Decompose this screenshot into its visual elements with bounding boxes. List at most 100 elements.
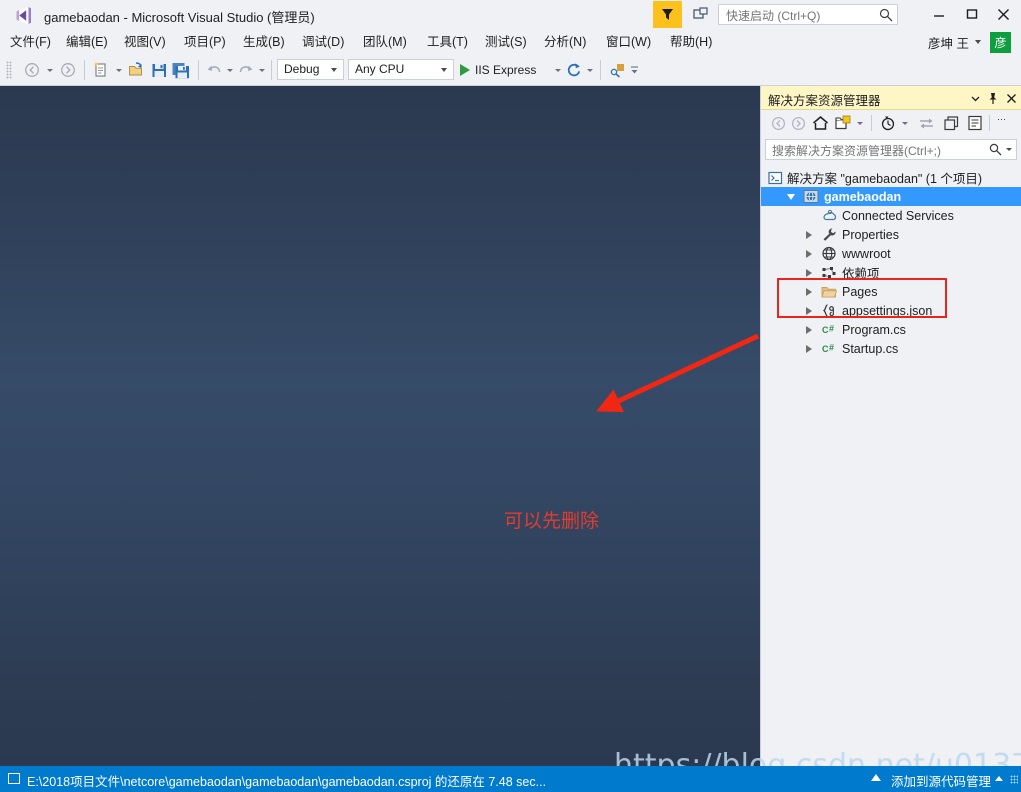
open-file-icon [129,61,142,75]
tree-row-connected-services[interactable]: Connected Services [761,206,1021,225]
panel-menu-button[interactable] [967,90,983,106]
menu-project[interactable]: 项目(P) [182,33,228,51]
chevron-right-icon [806,249,812,258]
new-project-dropdown[interactable] [113,59,124,81]
chevron-down-icon[interactable] [975,40,981,44]
solution-status-icon [8,773,20,784]
new-project-button[interactable] [90,59,112,81]
se-filter-dropdown[interactable] [899,114,910,132]
se-collapse-all-button[interactable] [941,114,961,132]
se-overflow-button[interactable]: ⋯ [995,111,1009,129]
menu-edit[interactable]: 编辑(E) [64,33,110,51]
menu-team[interactable]: 团队(M) [361,33,409,51]
se-refresh-button[interactable] [916,114,936,132]
se-pending-changes-button[interactable] [878,114,898,132]
undo-dropdown[interactable] [224,59,235,81]
expander-properties[interactable] [803,225,815,244]
redo-button[interactable] [236,59,256,81]
tree-row-wwwroot[interactable]: wwwroot [761,244,1021,263]
toolbar-grip[interactable] [6,61,12,79]
window-layout-button[interactable] [690,4,712,24]
menu-window[interactable]: 窗口(W) [604,33,653,51]
tree-row-properties[interactable]: Properties [761,225,1021,244]
tree-row-project[interactable]: gamebaodan [761,187,1021,206]
menu-file[interactable]: 文件(F) [8,33,53,51]
resize-grip[interactable] [1010,775,1018,784]
source-control-label[interactable]: 添加到源代码管理 [891,771,991,790]
expander-program-cs[interactable] [803,320,815,339]
toolbar-overflow-button[interactable] [629,59,640,81]
solution-configuration-value: Debug [284,62,320,76]
save-button[interactable] [148,59,170,81]
send-feedback-button[interactable] [653,1,682,28]
new-project-icon [94,61,106,76]
hot-reload-button[interactable] [564,59,584,81]
navigate-back-button[interactable] [22,59,42,81]
quick-launch-input[interactable] [724,5,878,26]
chevron-up-icon[interactable] [995,776,1003,781]
se-home-button[interactable] [810,114,830,132]
expander-wwwroot[interactable] [803,244,815,263]
solution-platform-combo[interactable]: Any CPU [348,59,454,80]
collapse-all-icon [943,116,958,131]
menu-debug[interactable]: 调试(D) [300,33,346,51]
tree-row-solution[interactable]: 解决方案 "gamebaodan" (1 个项目) [761,168,1021,187]
chevron-right-icon [806,230,812,239]
svg-text:#: # [829,324,834,334]
expander-dependencies[interactable] [803,263,815,282]
hot-reload-dropdown[interactable] [584,59,595,81]
menu-view[interactable]: 视图(V) [122,33,168,51]
maximize-button[interactable] [959,3,984,25]
menu-tools[interactable]: 工具(T) [425,33,470,51]
menu-analyze[interactable]: 分析(N) [542,33,588,51]
feedback-funnel-icon [662,9,673,20]
save-all-button[interactable] [170,59,192,81]
attach-to-process-button[interactable] [606,59,628,81]
menu-help[interactable]: 帮助(H) [668,33,714,51]
redo-dropdown[interactable] [256,59,267,81]
properties-icon [967,115,982,131]
chevron-down-icon [226,68,233,72]
search-icon [989,143,1002,156]
expander-appsettings-json[interactable] [803,301,815,320]
se-forward-button[interactable] [789,114,807,132]
search-input[interactable] [770,140,984,161]
close-button[interactable] [991,3,1016,25]
expander-startup-cs[interactable] [803,339,815,358]
avatar[interactable]: 彦 [990,32,1011,53]
tree-row-program-cs[interactable]: C # Program.cs [761,320,1021,339]
source-control-arrow-icon [871,774,881,781]
tree-row-pages[interactable]: Pages [761,282,1021,301]
minimize-button[interactable] [926,3,951,25]
undo-button[interactable] [204,59,224,81]
folder-icon [821,284,837,300]
pin-button[interactable] [985,90,1001,106]
run-target-dropdown[interactable] [552,59,563,81]
chevron-down-icon[interactable] [1006,148,1012,151]
se-properties-button[interactable] [965,114,985,132]
account-name[interactable]: 彦坤 王 [928,33,969,52]
open-file-button[interactable] [126,59,148,81]
chevron-right-icon [806,287,812,296]
solution-configuration-combo[interactable]: Debug [277,59,344,80]
tree-label-connected-services: Connected Services [842,208,954,223]
solution-explorer-search[interactable] [765,139,1017,161]
se-back-button[interactable] [769,114,787,132]
start-debugging-button[interactable]: IIS Express [460,59,536,80]
pending-changes-filter-icon [881,116,894,131]
menu-build[interactable]: 生成(B) [241,33,287,51]
tree-row-appsettings-json[interactable]: appsettings.json [761,301,1021,320]
expander-pages[interactable] [803,282,815,301]
navigate-back-dropdown[interactable] [44,59,56,81]
navigate-forward-button[interactable] [58,59,78,81]
quick-launch-box[interactable] [718,4,898,26]
se-toolbar-separator [871,115,872,131]
tree-row-startup-cs[interactable]: C # Startup.cs [761,339,1021,358]
tree-row-dependencies[interactable]: 依赖项 [761,263,1021,282]
panel-close-button[interactable] [1003,90,1019,106]
menu-test[interactable]: 测试(S) [483,33,529,51]
se-sync-with-active-document-button[interactable] [832,114,852,132]
se-sync-dropdown[interactable] [854,114,865,132]
tree-label-dependencies: 依赖项 [842,267,880,281]
expander-project[interactable] [785,187,797,206]
